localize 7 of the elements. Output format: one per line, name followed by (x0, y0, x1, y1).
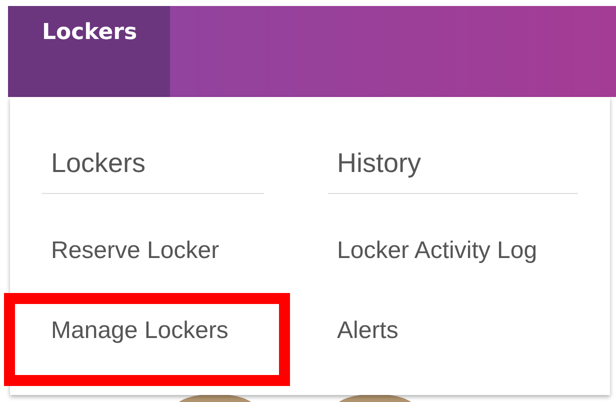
menu-link[interactable]: Manage Lockers (51, 317, 228, 345)
menu-link[interactable]: Alerts (337, 317, 398, 345)
nav-tab[interactable]: Lockers (8, 6, 170, 97)
menu-link[interactable]: Locker Activity Log (337, 237, 538, 265)
column-heading: Lockers (42, 148, 264, 194)
menu-link[interactable]: Reserve Locker (51, 237, 220, 265)
column-heading: History (328, 148, 578, 194)
